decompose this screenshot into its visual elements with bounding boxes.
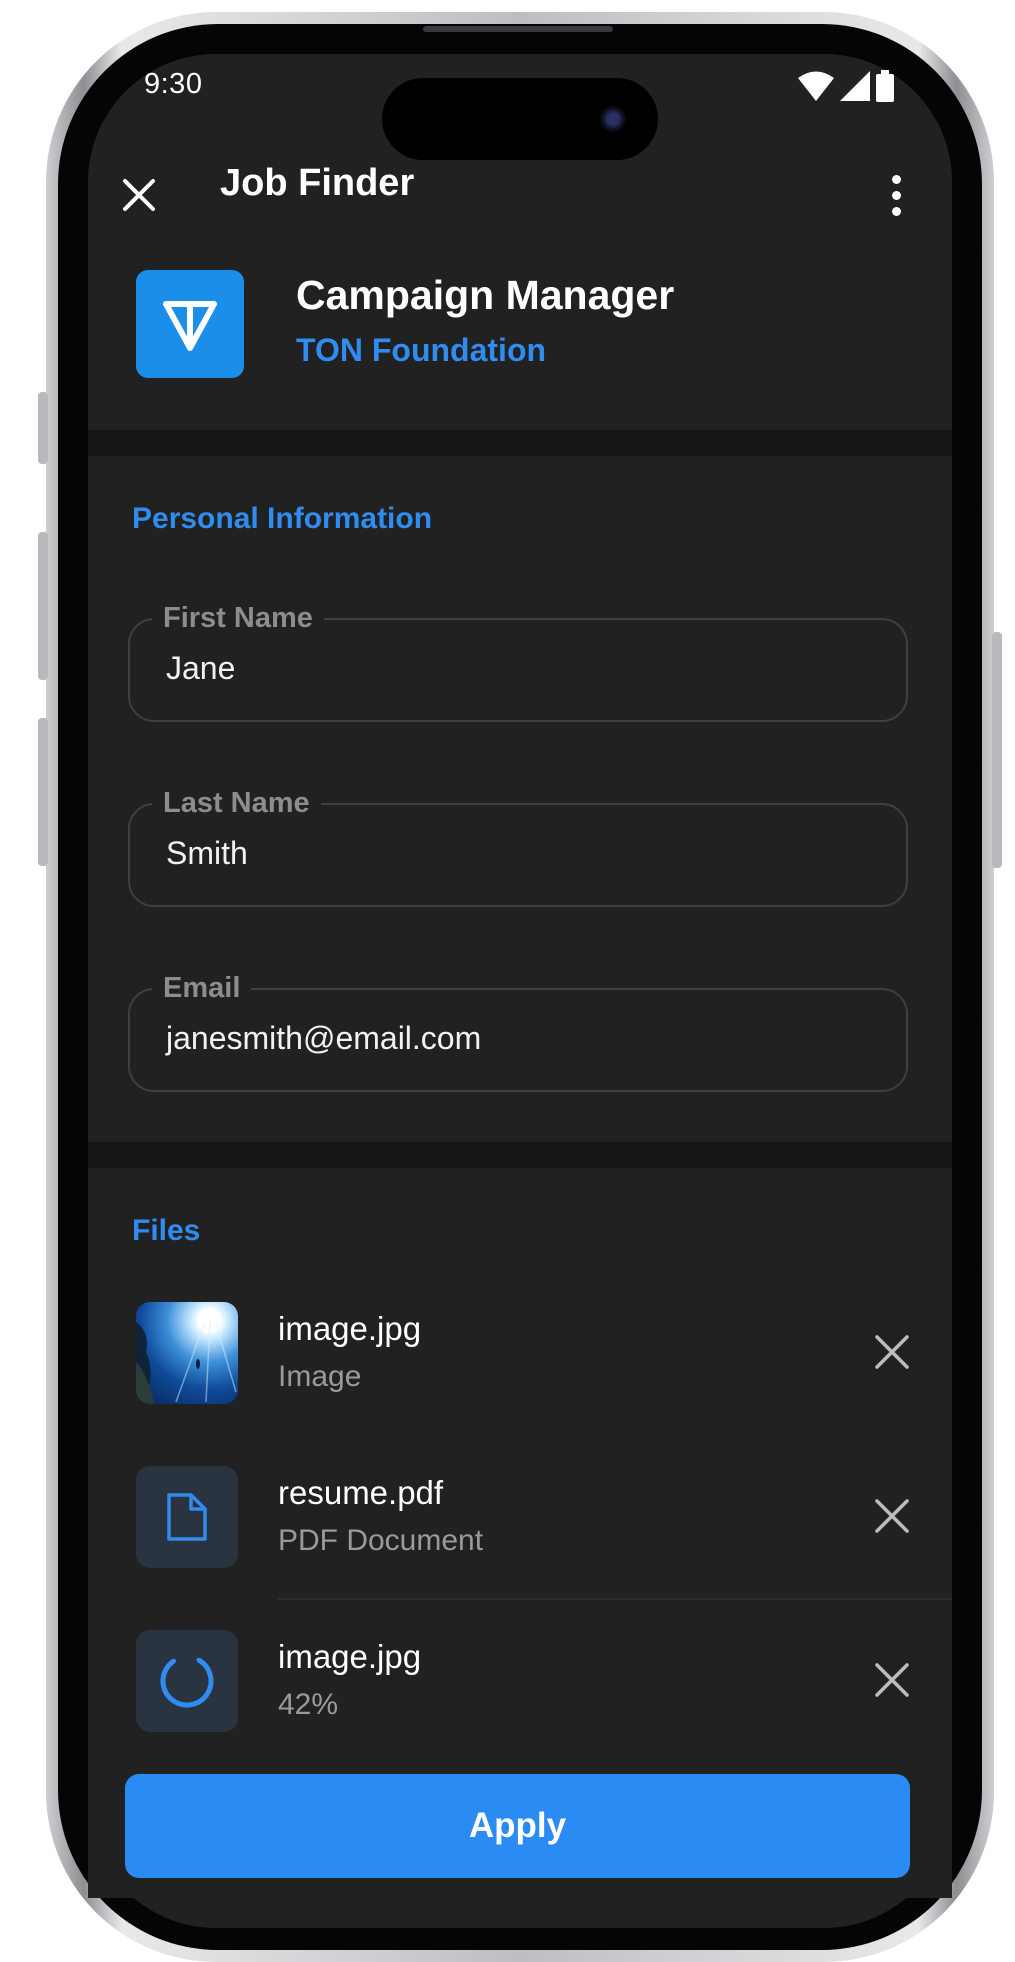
last-name-label: Last Name <box>152 785 321 821</box>
first-name-field[interactable]: First Name Jane <box>128 600 908 722</box>
upload-progress-text: 42% <box>278 1688 339 1721</box>
cellular-signal-icon <box>840 71 870 101</box>
email-input[interactable]: janesmith@email.com <box>166 1020 866 1057</box>
ton-logo-icon <box>163 301 217 351</box>
action-button <box>38 392 48 464</box>
close-icon <box>875 1335 909 1369</box>
volume-down-button <box>38 718 48 866</box>
status-time: 9:30 <box>144 68 203 100</box>
file-type: Image <box>278 1360 362 1393</box>
close-button[interactable] <box>104 160 174 230</box>
email-label: Email <box>152 970 252 1006</box>
personal-info-header: Personal Information <box>132 502 433 535</box>
apply-button[interactable]: Apply <box>125 1774 910 1878</box>
company-logo <box>136 270 244 378</box>
job-title: Campaign Manager <box>296 272 675 318</box>
progress-spinner-icon <box>160 1654 214 1708</box>
first-name-input[interactable]: Jane <box>166 650 866 687</box>
company-name[interactable]: TON Foundation <box>296 332 546 369</box>
wifi-icon <box>798 71 834 101</box>
more-options-button[interactable] <box>866 160 926 230</box>
file-name: image.jpg <box>278 1638 422 1675</box>
file-name: resume.pdf <box>278 1474 444 1511</box>
last-name-field[interactable]: Last Name Smith <box>128 785 908 907</box>
volume-up-button <box>38 532 48 680</box>
files-header: Files <box>132 1214 201 1247</box>
close-icon <box>123 179 155 211</box>
email-field[interactable]: Email janesmith@email.com <box>128 970 908 1092</box>
file-type: PDF Document <box>278 1524 484 1557</box>
battery-icon <box>876 70 894 102</box>
camera-icon <box>600 106 626 132</box>
cancel-upload-button[interactable] <box>854 1642 930 1718</box>
app-title: Job Finder <box>220 162 415 204</box>
power-button <box>992 632 1002 868</box>
first-name-label: First Name <box>152 600 324 636</box>
last-name-input[interactable]: Smith <box>166 835 866 872</box>
document-thumbnail <box>136 1466 238 1568</box>
image-thumbnail <box>136 1302 238 1404</box>
document-icon <box>167 1493 207 1541</box>
underwater-photo-icon <box>136 1321 237 1404</box>
remove-file-button[interactable] <box>854 1478 930 1554</box>
speaker-grille <box>423 26 613 32</box>
status-icons <box>798 70 894 102</box>
close-icon <box>875 1663 909 1697</box>
close-icon <box>875 1499 909 1533</box>
file-row[interactable]: resume.pdf PDF Document <box>88 1448 952 1612</box>
file-row[interactable]: image.jpg Image <box>88 1284 952 1448</box>
more-vert-icon <box>891 174 901 184</box>
file-name: image.jpg <box>278 1310 422 1347</box>
row-divider <box>278 1598 952 1600</box>
remove-file-button[interactable] <box>854 1314 930 1390</box>
upload-progress-thumbnail <box>136 1630 238 1732</box>
